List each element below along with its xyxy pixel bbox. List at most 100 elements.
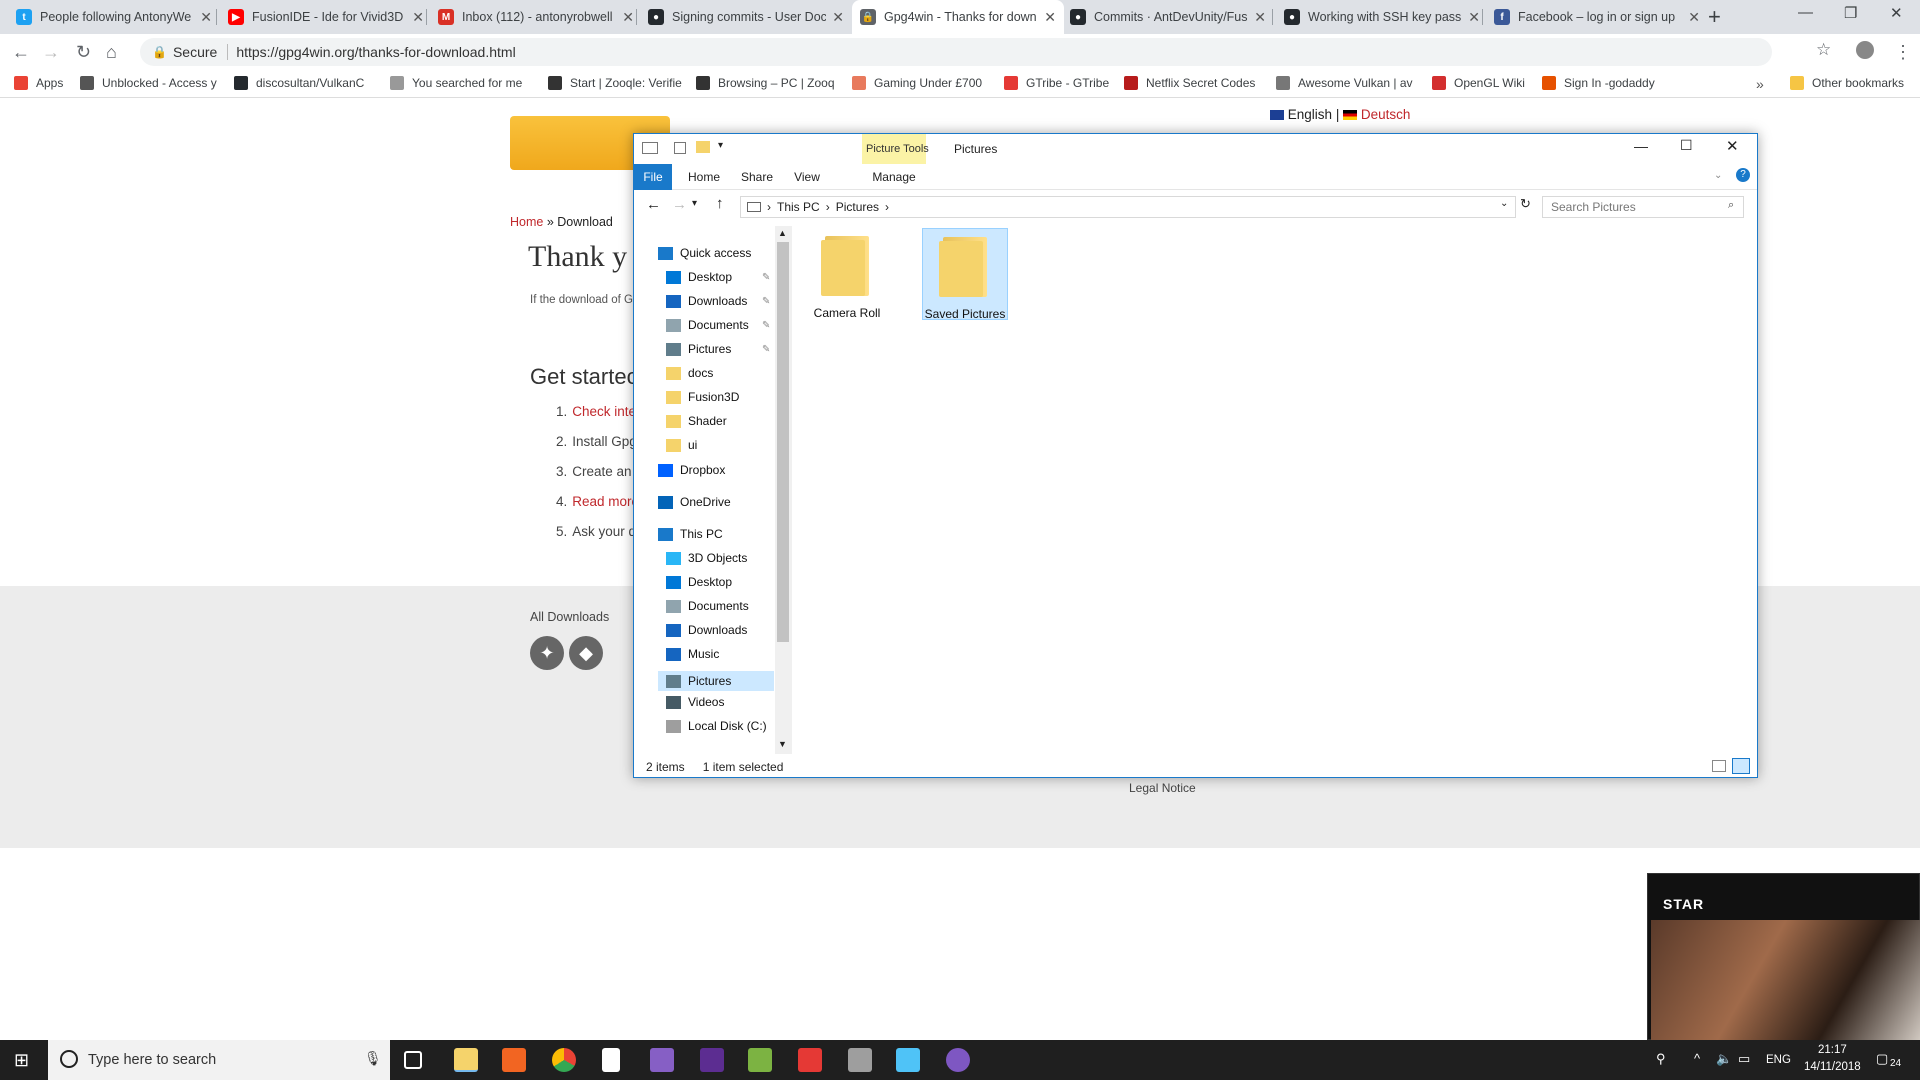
pin-icon[interactable]: ✎ — [762, 344, 770, 355]
bookmark-item[interactable]: Unblocked - Access y — [80, 76, 217, 90]
tab-close-icon[interactable]: ✕ — [622, 9, 634, 26]
tab-close-icon[interactable]: ✕ — [412, 9, 424, 26]
people-icon[interactable]: ⚲ — [1656, 1051, 1666, 1067]
nav-item[interactable]: Downloads — [666, 623, 747, 637]
customize-qat-icon[interactable]: ▾ — [718, 140, 723, 151]
visual-studio-icon[interactable] — [650, 1048, 674, 1072]
explorer-search-input[interactable]: Search Pictures — [1542, 196, 1744, 218]
bookmark-item[interactable]: Browsing – PC | Zooq — [696, 76, 835, 90]
forward-icon[interactable]: → — [672, 196, 687, 213]
bookmark-item[interactable]: Awesome Vulkan | av — [1276, 76, 1413, 90]
bookmark-item[interactable]: discosultan/VulkanC — [234, 76, 364, 90]
tab-home[interactable]: Home — [678, 164, 730, 190]
nav-item[interactable]: ui — [666, 438, 697, 452]
notepad-icon[interactable] — [602, 1048, 620, 1072]
pin-icon[interactable]: ✎ — [762, 272, 770, 283]
details-view-icon[interactable] — [1712, 760, 1726, 772]
properties-icon[interactable] — [674, 142, 686, 154]
refresh-icon[interactable]: ↻ — [1520, 196, 1531, 212]
nav-item[interactable]: Pictures — [658, 671, 774, 691]
tab-close-icon[interactable]: ✕ — [1688, 9, 1700, 26]
clock-time[interactable]: 21:17 — [1818, 1044, 1847, 1056]
rss-app-icon[interactable] — [502, 1048, 526, 1072]
tab-file[interactable]: File — [634, 164, 672, 190]
nav-item[interactable]: Desktop — [666, 270, 732, 284]
app-icon-3[interactable] — [946, 1048, 970, 1072]
nav-item[interactable]: Documents — [666, 599, 749, 613]
chevron-down-icon[interactable]: ⌄ — [1714, 170, 1722, 181]
close-icon[interactable]: ✕ — [1890, 4, 1903, 22]
nav-item[interactable]: Shader — [666, 414, 727, 428]
close-icon[interactable]: ✕ — [1726, 137, 1739, 155]
scroll-down-icon[interactable]: ▼ — [778, 739, 787, 749]
back-icon[interactable]: ← — [646, 196, 661, 213]
lang-deutsch[interactable]: Deutsch — [1361, 107, 1411, 122]
home-icon[interactable]: ⌂ — [106, 42, 117, 63]
tab-close-icon[interactable]: ✕ — [1468, 9, 1480, 26]
back-icon[interactable]: ← — [12, 42, 30, 63]
scroll-up-icon[interactable]: ▲ — [778, 228, 787, 238]
forward-icon[interactable]: → — [42, 42, 60, 63]
minimize-icon[interactable]: — — [1798, 4, 1813, 21]
bookmark-item[interactable]: OpenGL Wiki — [1432, 76, 1525, 90]
browser-tab[interactable]: f Facebook – log in or sign up ✕ — [1486, 0, 1708, 34]
tab-close-icon[interactable]: ✕ — [832, 9, 844, 26]
app-icon[interactable] — [798, 1048, 822, 1072]
quick-access-item[interactable]: Quick access — [658, 246, 751, 260]
lang-english[interactable]: English — [1288, 107, 1332, 122]
network-icon[interactable]: ▭ — [1738, 1051, 1750, 1067]
up-icon[interactable]: ↑ — [716, 195, 724, 212]
volume-icon[interactable]: 🔈 — [1716, 1051, 1732, 1067]
bookmark-item[interactable]: Netflix Secret Codes — [1124, 76, 1255, 90]
nav-item[interactable]: 3D Objects — [666, 551, 747, 565]
browser-tab[interactable]: M Inbox (112) - antonyrobwell ✕ — [430, 0, 642, 34]
microphone-icon[interactable]: 🎙 — [364, 1050, 382, 1067]
git-icon[interactable]: ◆ — [569, 636, 603, 670]
address-bar[interactable]: 🔒 Secure https://gpg4win.org/thanks-for-… — [140, 38, 1772, 66]
explorer-address-box[interactable]: › This PC › Pictures › — [740, 196, 1516, 218]
crumb-this-pc[interactable]: This PC — [777, 200, 820, 214]
windows-start-icon[interactable]: ⊞ — [14, 1050, 29, 1071]
tab-view[interactable]: View — [784, 164, 830, 190]
task-view-icon[interactable] — [404, 1051, 422, 1069]
new-tab-button[interactable]: + — [1708, 4, 1721, 30]
nav-item[interactable]: Documents — [666, 318, 749, 332]
maximize-icon[interactable]: ☐ — [1680, 137, 1693, 154]
browser-tab[interactable]: 🔒 Gpg4win - Thanks for down ✕ — [852, 0, 1064, 34]
crumb-pictures[interactable]: Pictures — [836, 200, 879, 214]
app-icon-2[interactable] — [896, 1048, 920, 1072]
minimize-icon[interactable]: — — [1634, 138, 1648, 154]
tab-close-icon[interactable]: ✕ — [200, 9, 212, 26]
notifications-icon[interactable]: ▢ — [1876, 1051, 1888, 1067]
reload-icon[interactable]: ↻ — [76, 42, 91, 63]
tab-close-icon[interactable]: ✕ — [1044, 9, 1056, 26]
bookmark-item[interactable]: Sign In -godaddy — [1542, 76, 1655, 90]
new-folder-icon[interactable] — [696, 141, 710, 153]
language-indicator[interactable]: ENG — [1766, 1054, 1791, 1066]
notepadpp-icon[interactable] — [748, 1048, 772, 1072]
browser-tab[interactable]: t People following AntonyWe ✕ — [8, 0, 220, 34]
folder-item[interactable]: Saved Pictures — [922, 228, 1008, 321]
nav-item[interactable]: Fusion3D — [666, 390, 739, 404]
help-icon[interactable]: ? — [1736, 168, 1750, 182]
nav-item[interactable]: Pictures — [666, 342, 731, 356]
dropbox-item[interactable]: Dropbox — [658, 463, 725, 477]
bookmark-item[interactable]: Apps — [14, 76, 63, 90]
tab-close-icon[interactable]: ✕ — [1254, 9, 1266, 26]
all-downloads-link[interactable]: All Downloads — [530, 610, 609, 624]
chrome-icon[interactable] — [552, 1048, 576, 1072]
nav-item[interactable]: Local Disk (C:) — [666, 719, 767, 733]
nav-item[interactable]: Videos — [666, 695, 724, 709]
legal-notice-link[interactable]: Legal Notice — [1129, 781, 1196, 795]
address-dropdown-icon[interactable]: ⌄ — [1500, 198, 1508, 209]
recent-locations-icon[interactable]: ▾ — [692, 198, 697, 209]
pin-icon[interactable]: ✎ — [762, 320, 770, 331]
nav-item[interactable]: Downloads — [666, 294, 747, 308]
bookmark-item[interactable]: GTribe - GTribe — [1004, 76, 1109, 90]
profile-icon[interactable] — [1856, 41, 1874, 59]
scrollbar-thumb[interactable] — [777, 242, 789, 642]
bookmark-star-icon[interactable]: ☆ — [1816, 40, 1831, 60]
restore-icon[interactable]: ❐ — [1844, 4, 1857, 22]
menu-icon[interactable]: ⋮ — [1894, 42, 1912, 63]
bookmark-item[interactable]: Start | Zooqle: Verifie — [548, 76, 682, 90]
